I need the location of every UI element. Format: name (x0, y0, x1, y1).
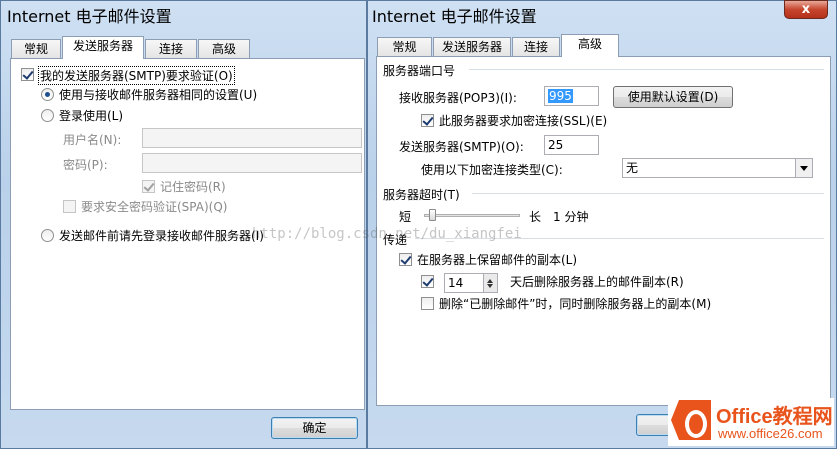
remember-password-label: 记住密码(R) (160, 180, 226, 194)
timeout-short-label: 短 (399, 210, 412, 224)
delete-on-server-label: 删除“已删除邮件”时，同时删除服务器上的副本(M) (439, 297, 712, 311)
ok-button[interactable]: 确定 (271, 417, 358, 439)
password-label: 密码(P): (63, 158, 108, 172)
tab-advanced[interactable]: 高级 (561, 34, 619, 57)
timeout-slider-thumb[interactable] (429, 209, 436, 221)
office-logo-icon (671, 400, 711, 440)
logo-name: Office教程网 (716, 406, 833, 428)
smtp-auth-label: 我的发送服务器(SMTP)要求验证(O) (38, 66, 235, 85)
login-incoming-first-label: 发送邮件前请先登录接收邮件服务器(I) (59, 229, 264, 243)
spinner-arrows-icon[interactable] (483, 274, 497, 292)
ssl-checkbox[interactable] (421, 114, 434, 127)
remove-after-days-label: 天后删除服务器上的邮件副本(R) (510, 275, 684, 289)
tab-general[interactable]: 常规 (11, 39, 61, 59)
login-using-radio[interactable] (41, 109, 54, 122)
timeout-group-title: 服务器超时(T) (383, 188, 460, 202)
password-input[interactable] (142, 153, 362, 173)
username-label: 用户名(N): (63, 133, 122, 147)
use-default-button[interactable]: 使用默认设置(D) (613, 86, 733, 108)
tab-advanced[interactable]: 高级 (198, 39, 250, 59)
keep-copy-checkbox[interactable] (399, 253, 412, 266)
divider (469, 69, 824, 70)
left-settings-dialog: Internet 电子邮件设置 常规 发送服务器 连接 高级 我的发送服务器(S… (0, 0, 367, 449)
site-logo: Office教程网 www.office26.com (668, 398, 834, 446)
tab-outgoing-server[interactable]: 发送服务器 (433, 37, 511, 57)
smtp-port-label: 发送服务器(SMTP)(O): (399, 140, 524, 154)
delete-on-server-checkbox[interactable] (421, 297, 434, 310)
remove-after-days-checkbox[interactable] (421, 275, 434, 288)
login-incoming-first-radio[interactable] (41, 229, 54, 242)
dialog-title: Internet 电子邮件设置 (7, 7, 172, 26)
pop3-label: 接收服务器(POP3)(I): (399, 91, 517, 105)
timeout-long-label: 长 (529, 210, 542, 224)
remember-password-checkbox[interactable] (142, 180, 155, 193)
watermark: http://blog.csdn.net/du_xiangfei (252, 226, 522, 242)
close-button[interactable]: x (784, 0, 828, 19)
timeout-value: 1 分钟 (553, 210, 589, 224)
encryption-type-label: 使用以下加密连接类型(C): (421, 163, 563, 177)
username-input[interactable] (142, 128, 362, 148)
right-settings-dialog: Internet 电子邮件设置 x 常规 发送服务器 连接 高级 服务器端口号 … (367, 0, 837, 449)
days-spinner[interactable]: 14 (444, 273, 498, 293)
tab-connection[interactable]: 连接 (512, 37, 560, 57)
timeout-slider[interactable] (424, 214, 520, 217)
same-settings-radio[interactable] (41, 88, 54, 101)
tab-connection[interactable]: 连接 (145, 39, 197, 59)
smtp-port-input[interactable]: 25 (544, 135, 599, 155)
ports-group-title: 服务器端口号 (383, 64, 456, 78)
encryption-type-select[interactable]: 无 (622, 158, 813, 178)
pop3-port-input[interactable]: 995 (544, 86, 599, 106)
dialog-title: Internet 电子邮件设置 (372, 7, 537, 26)
spa-checkbox[interactable] (63, 200, 76, 213)
tab-general[interactable]: 常规 (377, 37, 432, 57)
chevron-down-icon[interactable] (795, 159, 812, 177)
divider (472, 193, 824, 194)
spa-label: 要求安全密码验证(SPA)(Q) (81, 200, 228, 214)
smtp-auth-checkbox[interactable] (21, 68, 34, 81)
logo-url: www.office26.com (718, 426, 823, 441)
login-using-label: 登录使用(L) (59, 109, 124, 123)
tab-outgoing-server[interactable]: 发送服务器 (62, 36, 144, 59)
keep-copy-label: 在服务器上保留邮件的副本(L) (417, 253, 578, 267)
ssl-label: 此服务器要求加密连接(SSL)(E) (439, 114, 608, 128)
same-settings-label: 使用与接收邮件服务器相同的设置(U) (59, 88, 258, 102)
